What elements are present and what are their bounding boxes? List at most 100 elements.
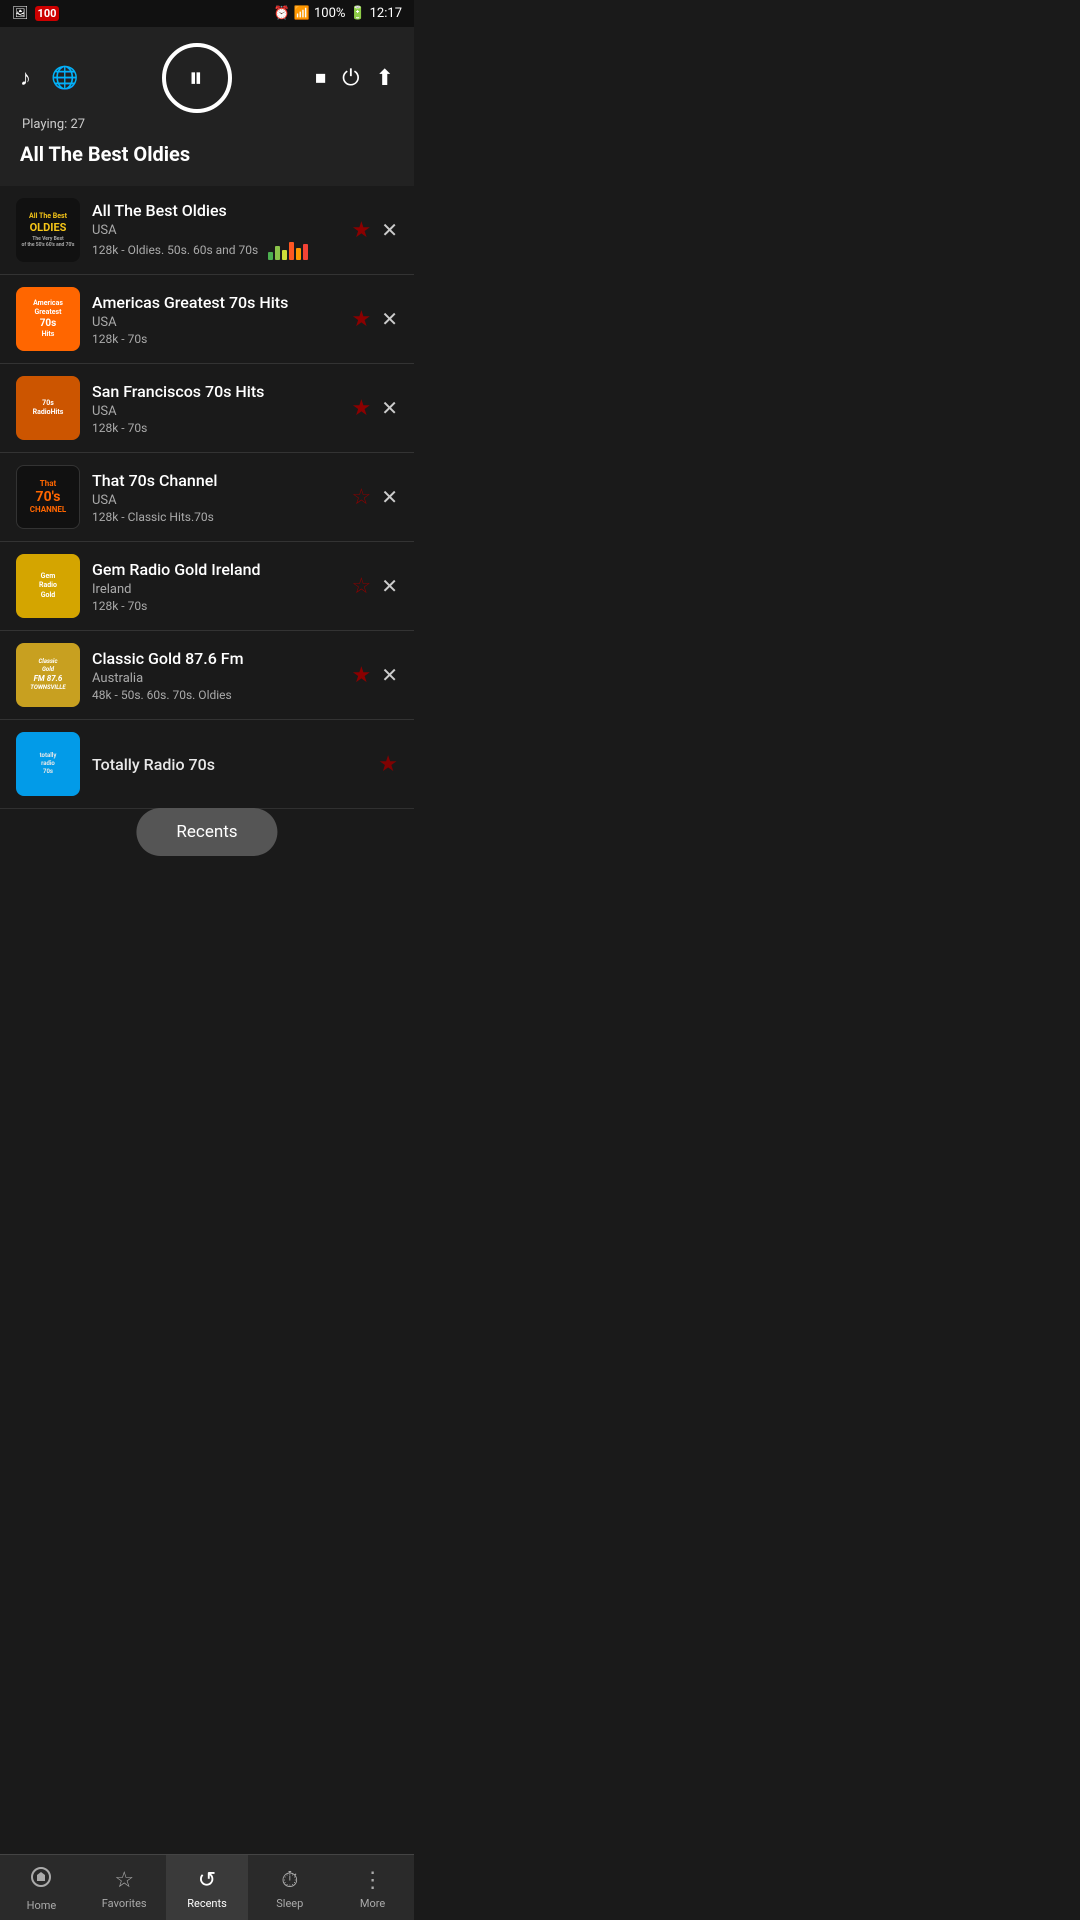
remove-station-icon[interactable]: ✕ xyxy=(381,485,398,509)
favorite-star-icon[interactable]: ★ xyxy=(352,307,372,332)
remove-station-icon[interactable]: ✕ xyxy=(381,307,398,331)
station-meta: 128k - 70s xyxy=(92,421,340,435)
playing-label: Playing: 27 xyxy=(20,117,394,132)
pause-icon: ⏸ xyxy=(189,61,205,95)
nav-item-home[interactable]: Home xyxy=(0,1855,83,1920)
station-name: Americas Greatest 70s Hits xyxy=(92,293,340,312)
station-meta: 128k - Classic Hits.70s xyxy=(92,510,340,524)
player-header: ♪ 🌐 ⏸ ⏹ ⏻ ⬆ Playing: 27 All The Best Old… xyxy=(0,27,414,186)
bottom-nav: Home ☆ Favorites ↺ Recents ⏱ Sleep ⋮ Mor… xyxy=(0,1854,414,1920)
battery-icon: 🔋 xyxy=(349,6,365,21)
station-meta: 128k - Oldies. 50s. 60s and 70s xyxy=(92,240,340,260)
station-item[interactable]: That70'sCHANNEL That 70s Channel USA 128… xyxy=(0,453,414,542)
station-item[interactable]: All The BestOLDIES The Very Bestof the 5… xyxy=(0,186,414,275)
station-info: Gem Radio Gold Ireland Ireland 128k - 70… xyxy=(80,560,352,613)
current-station-title: All The Best Oldies xyxy=(20,142,394,166)
station-logo: All The BestOLDIES The Very Bestof the 5… xyxy=(16,198,80,262)
battery-label: 100% xyxy=(314,6,345,21)
nav-item-recents[interactable]: ↺ Recents xyxy=(166,1855,249,1920)
station-name: That 70s Channel xyxy=(92,471,340,490)
station-country: Australia xyxy=(92,671,340,686)
favorite-star-icon[interactable]: ★ xyxy=(352,663,372,688)
music-note-icon[interactable]: ♪ xyxy=(20,65,31,91)
station-actions: ★ ✕ xyxy=(352,663,399,688)
favorite-star-icon[interactable]: ☆ xyxy=(352,485,372,510)
station-item[interactable]: ClassicGoldFM 87.6TOWNSVILLE Classic Gol… xyxy=(0,631,414,720)
alarm-icon: ⏰ xyxy=(274,6,290,21)
station-actions: ★ ✕ xyxy=(352,307,399,332)
station-country: USA xyxy=(92,223,340,238)
station-actions: ★ ✕ xyxy=(352,396,399,421)
pause-button[interactable]: ⏸ xyxy=(162,43,232,113)
wifi-icon: 📶 xyxy=(294,6,310,21)
nav-label-sleep: Sleep xyxy=(276,1897,303,1910)
sleep-icon: ⏱ xyxy=(281,1868,298,1893)
station-info: That 70s Channel USA 128k - Classic Hits… xyxy=(80,471,352,524)
station-info: Americas Greatest 70s Hits USA 128k - 70… xyxy=(80,293,352,346)
station-actions: ☆ ✕ xyxy=(352,485,399,510)
recents-tooltip: Recents xyxy=(136,808,277,856)
nav-label-home: Home xyxy=(27,1899,57,1912)
station-logo: AmericasGreatest70sHits xyxy=(16,287,80,351)
photo-icon: 🖼 xyxy=(12,6,29,21)
station-country: Ireland xyxy=(92,582,340,597)
station-name: San Franciscos 70s Hits xyxy=(92,382,340,401)
recents-icon: ↺ xyxy=(198,1868,216,1893)
station-logo: totallyradio70s xyxy=(16,732,80,796)
station-item[interactable]: AmericasGreatest70sHits Americas Greates… xyxy=(0,275,414,364)
stop-button[interactable]: ⏹ xyxy=(315,66,326,91)
station-logo: GemRadioGold xyxy=(16,554,80,618)
player-controls-row: ♪ 🌐 ⏸ ⏹ ⏻ ⬆ xyxy=(20,43,394,113)
remove-station-icon[interactable]: ✕ xyxy=(381,396,398,420)
station-item[interactable]: 70sRadioHits San Franciscos 70s Hits USA… xyxy=(0,364,414,453)
nav-label-more: More xyxy=(360,1897,385,1910)
station-name: Classic Gold 87.6 Fm xyxy=(92,649,340,668)
player-right-icons: ⏹ ⏻ ⬆ xyxy=(315,66,394,91)
station-logo: That70'sCHANNEL xyxy=(16,465,80,529)
station-actions: ★ xyxy=(378,752,398,777)
more-icon: ⋮ xyxy=(362,1868,384,1893)
share-button[interactable]: ⬆ xyxy=(376,66,394,91)
globe-icon[interactable]: 🌐 xyxy=(51,66,78,91)
station-name: Totally Radio 70s xyxy=(92,755,366,774)
nav-item-sleep[interactable]: ⏱ Sleep xyxy=(248,1855,331,1920)
favorite-star-icon[interactable]: ★ xyxy=(352,218,372,243)
station-item[interactable]: GemRadioGold Gem Radio Gold Ireland Irel… xyxy=(0,542,414,631)
station-logo: 70sRadioHits xyxy=(16,376,80,440)
station-info: San Franciscos 70s Hits USA 128k - 70s xyxy=(80,382,352,435)
remove-station-icon[interactable]: ✕ xyxy=(381,574,398,598)
eq-bars xyxy=(268,240,308,260)
favorite-star-icon[interactable]: ★ xyxy=(352,396,372,421)
player-left-icons: ♪ 🌐 xyxy=(20,65,78,91)
status-left: 🖼 100 xyxy=(12,6,59,21)
station-info: Classic Gold 87.6 Fm Australia 48k - 50s… xyxy=(80,649,352,702)
status-bar: 🖼 100 ⏰ 📶 100% 🔋 12:17 xyxy=(0,0,414,27)
favorites-icon: ☆ xyxy=(114,1868,134,1893)
station-meta: 48k - 50s. 60s. 70s. Oldies xyxy=(92,688,340,702)
station-list: All The BestOLDIES The Very Bestof the 5… xyxy=(0,186,414,879)
station-actions: ★ ✕ xyxy=(352,218,399,243)
favorite-star-icon[interactable]: ★ xyxy=(378,752,398,777)
home-icon xyxy=(29,1865,53,1895)
station-country: USA xyxy=(92,315,340,330)
station-actions: ☆ ✕ xyxy=(352,574,399,599)
remove-station-icon[interactable]: ✕ xyxy=(381,218,398,242)
favorite-star-icon[interactable]: ☆ xyxy=(352,574,372,599)
station-meta: 128k - 70s xyxy=(92,599,340,613)
status-right: ⏰ 📶 100% 🔋 12:17 xyxy=(274,6,402,21)
power-button[interactable]: ⏻ xyxy=(342,66,359,91)
remove-station-icon[interactable]: ✕ xyxy=(381,663,398,687)
app-icon: 100 xyxy=(35,6,60,21)
nav-label-favorites: Favorites xyxy=(102,1897,147,1910)
station-logo: ClassicGoldFM 87.6TOWNSVILLE xyxy=(16,643,80,707)
time-label: 12:17 xyxy=(370,6,402,21)
station-name: Gem Radio Gold Ireland xyxy=(92,560,340,579)
station-info: All The Best Oldies USA 128k - Oldies. 5… xyxy=(80,201,352,260)
nav-item-favorites[interactable]: ☆ Favorites xyxy=(83,1855,166,1920)
nav-label-recents: Recents xyxy=(187,1897,227,1910)
station-info: Totally Radio 70s xyxy=(80,755,378,774)
home-svg-icon xyxy=(29,1865,53,1889)
station-item[interactable]: totallyradio70s Totally Radio 70s ★ xyxy=(0,720,414,809)
station-country: USA xyxy=(92,493,340,508)
nav-item-more[interactable]: ⋮ More xyxy=(331,1855,414,1920)
